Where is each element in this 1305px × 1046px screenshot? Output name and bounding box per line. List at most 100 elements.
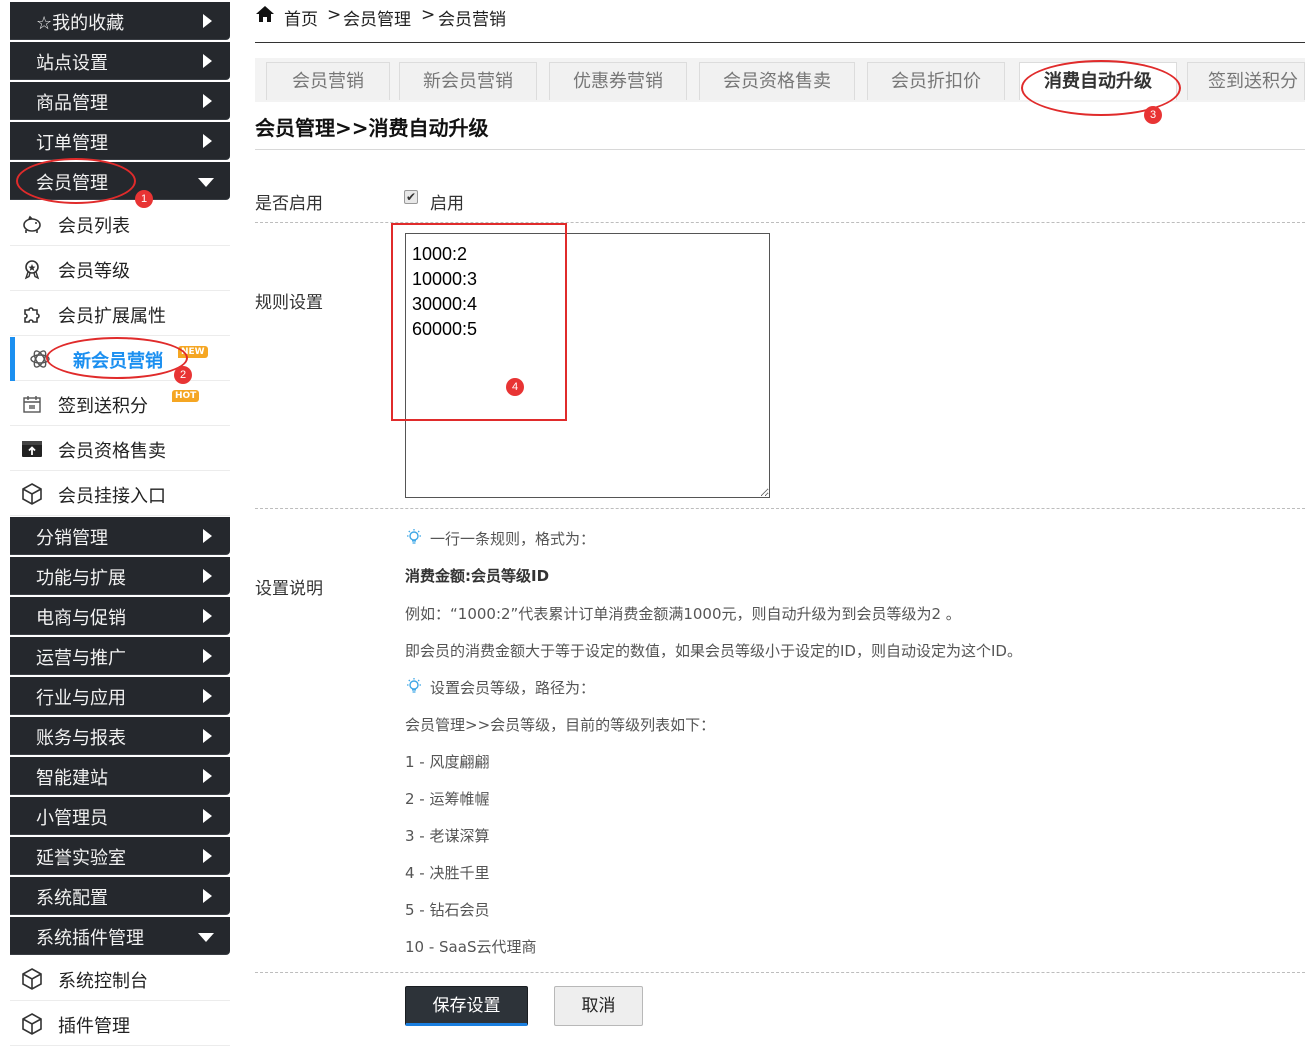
rules-textarea[interactable]: [405, 233, 770, 498]
page-title: 会员管理>>消费自动升级: [255, 116, 489, 140]
sidebar-group-features[interactable]: 功能与扩展: [10, 557, 230, 595]
lightbulb-icon: [407, 529, 421, 544]
tab-member-discount[interactable]: 会员折扣价: [867, 62, 1005, 100]
sidebar-group-industry[interactable]: 行业与应用: [10, 677, 230, 715]
sidebar-group-sub-admin[interactable]: 小管理员: [10, 797, 230, 835]
annotation-marker-3: 3: [1144, 106, 1162, 124]
sidebar-item-member-list[interactable]: 会员列表: [10, 202, 230, 246]
breadcrumb-member-manage[interactable]: 会员管理: [343, 5, 411, 30]
piggy-icon: [23, 215, 41, 233]
new-badge: NEW: [178, 346, 208, 358]
sidebar-group-site-settings[interactable]: 站点设置: [10, 42, 230, 80]
sidebar-group-finance[interactable]: 账务与报表: [10, 717, 230, 755]
chevron-right-icon: [203, 689, 212, 703]
level-item: 2 - 运筹帷幄: [405, 790, 490, 808]
desc-explain: 即会员的消费金额大于等于设定的数值，如果会员等级小于设定的ID，则自动设定为这个…: [405, 642, 1022, 660]
sidebar-group-distribution[interactable]: 分销管理: [10, 517, 230, 555]
sidebar-group-label: 系统配置: [36, 888, 108, 909]
chevron-down-icon: [198, 933, 214, 942]
row-divider: [255, 222, 1305, 223]
tab-checkin-points[interactable]: 签到送积分: [1187, 62, 1305, 100]
row-divider: [255, 972, 1305, 973]
row-divider: [255, 508, 1305, 509]
sidebar-group-operations[interactable]: 运营与推广: [10, 637, 230, 675]
sidebar-item-label: 会员扩展属性: [58, 306, 166, 327]
sidebar: ☆我的收藏 站点设置 商品管理 订单管理 会员管理 会员列表 会员等级 会员扩展…: [10, 0, 230, 1046]
sidebar-group-label: 电商与促销: [36, 608, 126, 629]
lightbulb-icon: [407, 678, 421, 693]
level-item: 3 - 老谋深算: [405, 827, 490, 845]
breadcrumb-member-marketing[interactable]: 会员营销: [438, 5, 506, 30]
hot-badge: HOT: [172, 390, 200, 402]
sidebar-item-label: 会员挂接入口: [58, 486, 166, 507]
chevron-right-icon: [203, 569, 212, 583]
desc-path: 会员管理>>会员等级，目前的等级列表如下：: [405, 716, 716, 734]
rules-row-label: 规则设置: [255, 293, 323, 313]
chevron-down-icon: [198, 178, 214, 187]
chevron-right-icon: [203, 889, 212, 903]
sidebar-item-label: 签到送积分: [58, 396, 148, 417]
sidebar-item-checkin-points[interactable]: 签到送积分 HOT: [10, 382, 230, 426]
chevron-right-icon: [203, 14, 212, 28]
sidebar-item-member-entry[interactable]: 会员挂接入口: [10, 472, 230, 516]
level-item: 10 - SaaS云代理商: [405, 938, 537, 956]
sidebar-item-label: 系统控制台: [58, 971, 148, 992]
tab-member-marketing[interactable]: 会员营销: [266, 62, 390, 100]
sidebar-group-label: 账务与报表: [36, 728, 126, 749]
enable-checkbox[interactable]: ✔: [404, 190, 418, 204]
breadcrumb-home[interactable]: 首页: [284, 5, 318, 30]
tab-membership-sale[interactable]: 会员资格售卖: [699, 62, 855, 100]
annotation-marker-4: 4: [506, 378, 524, 396]
chevron-right-icon: [203, 729, 212, 743]
sidebar-group-label: 功能与扩展: [36, 568, 126, 589]
cube-icon: [22, 483, 42, 505]
sidebar-item-new-member-marketing[interactable]: 新会员营销 NEW: [10, 337, 230, 381]
level-item: 4 - 决胜千里: [405, 864, 490, 882]
sidebar-item-label: 插件管理: [58, 1016, 130, 1037]
annotation-marker-1: 1: [135, 190, 153, 208]
sidebar-group-members[interactable]: 会员管理: [10, 162, 230, 200]
sidebar-group-products[interactable]: 商品管理: [10, 82, 230, 120]
sidebar-group-plugins[interactable]: 系统插件管理: [10, 917, 230, 955]
sidebar-item-member-attributes[interactable]: 会员扩展属性: [10, 292, 230, 336]
sidebar-item-system-console[interactable]: 系统控制台: [10, 957, 230, 1001]
tab-new-member-marketing[interactable]: 新会员营销: [399, 62, 537, 100]
breadcrumb-divider: [255, 42, 1305, 43]
chevron-right-icon: [203, 134, 212, 148]
sidebar-group-label: 延誉实验室: [36, 848, 126, 869]
sidebar-group-system-config[interactable]: 系统配置: [10, 877, 230, 915]
sidebar-group-ecommerce[interactable]: 电商与促销: [10, 597, 230, 635]
sidebar-group-label: 智能建站: [36, 768, 108, 789]
sidebar-group-label: 运营与推广: [36, 648, 126, 669]
breadcrumb-sep: >: [327, 5, 342, 25]
sidebar-group-lab[interactable]: 延誉实验室: [10, 837, 230, 875]
sidebar-group-label: 小管理员: [36, 808, 108, 829]
sidebar-item-member-level[interactable]: 会员等级: [10, 247, 230, 291]
sidebar-item-membership-sale[interactable]: 会员资格售卖: [10, 427, 230, 471]
calendar-icon: [23, 396, 41, 413]
cube-icon: [22, 1013, 42, 1035]
sidebar-group-label: 站点设置: [36, 53, 108, 74]
sidebar-group-label: ☆我的收藏: [36, 13, 125, 34]
desc-row-label: 设置说明: [255, 579, 323, 599]
sidebar-item-plugin-manage[interactable]: 插件管理: [10, 1002, 230, 1046]
sidebar-item-label: 新会员营销: [73, 351, 163, 372]
sidebar-group-favorites[interactable]: ☆我的收藏: [10, 2, 230, 40]
desc-tip-1: 一行一条规则，格式为：: [430, 530, 596, 548]
cube-icon: [22, 968, 42, 990]
chevron-right-icon: [203, 54, 212, 68]
enable-checkbox-label[interactable]: 启用: [430, 189, 464, 214]
save-button[interactable]: 保存设置: [405, 986, 528, 1026]
sidebar-group-label: 系统插件管理: [36, 928, 144, 949]
enable-row-label: 是否启用: [255, 194, 323, 214]
chevron-right-icon: [203, 609, 212, 623]
sidebar-group-orders[interactable]: 订单管理: [10, 122, 230, 160]
level-item: 1 - 风度翩翩: [405, 753, 490, 771]
cancel-button[interactable]: 取消: [554, 986, 643, 1026]
desc-tip-2: 设置会员等级，路径为：: [430, 679, 596, 697]
tab-coupon-marketing[interactable]: 优惠券营销: [549, 62, 687, 100]
breadcrumb-sep: >: [421, 5, 436, 25]
sidebar-group-site-builder[interactable]: 智能建站: [10, 757, 230, 795]
tab-auto-upgrade[interactable]: 消费自动升级: [1019, 62, 1177, 100]
sidebar-item-label: 会员资格售卖: [58, 441, 166, 462]
